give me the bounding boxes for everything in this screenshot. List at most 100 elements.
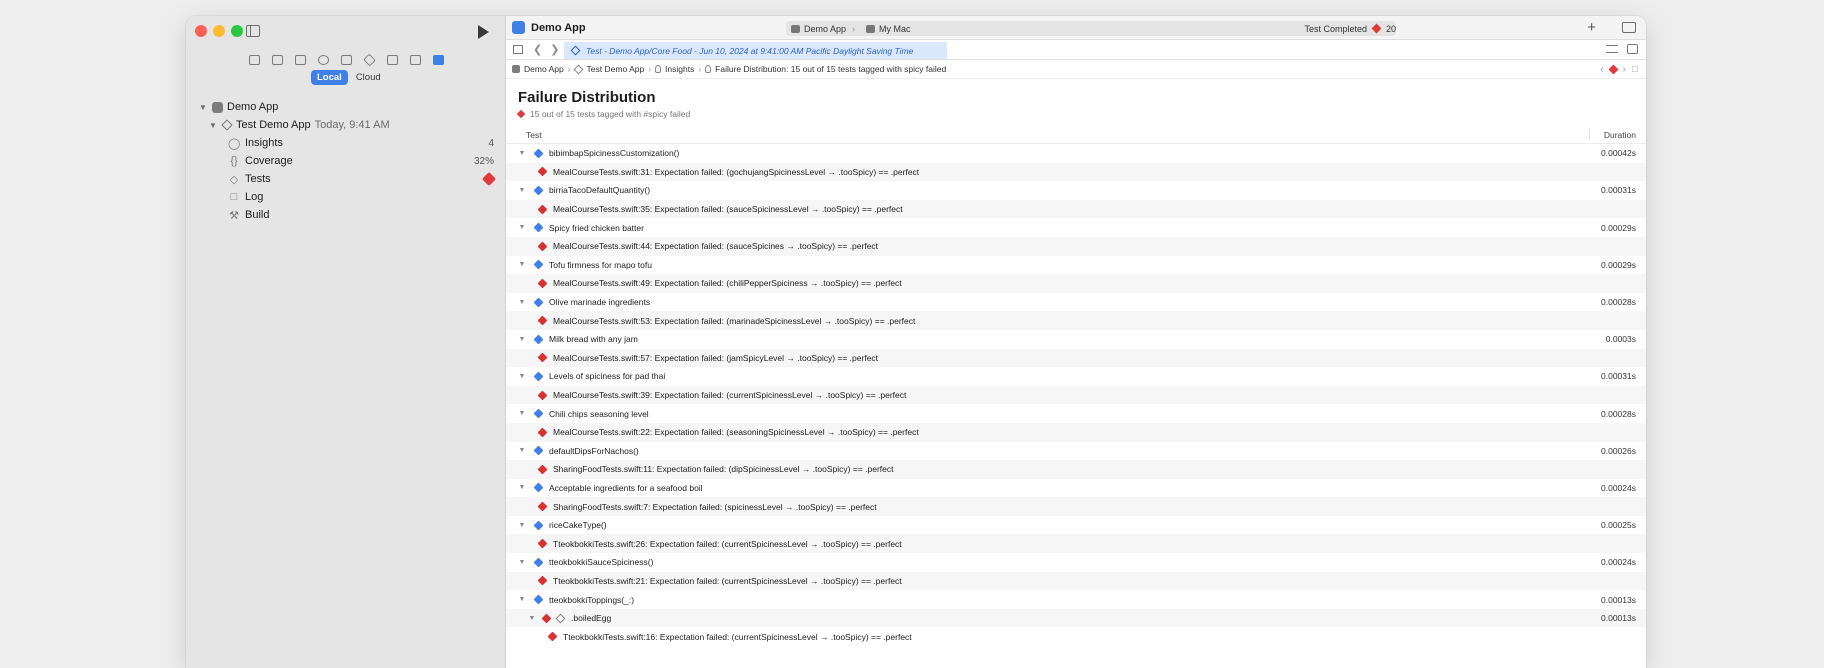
error-icon <box>516 109 526 119</box>
chevron-down-icon[interactable]: ▼ <box>517 187 527 194</box>
failure-row[interactable]: TteokbokkiTests.swift:16: Expectation fa… <box>506 627 1646 646</box>
editor-options-icon[interactable] <box>1606 45 1618 53</box>
jumpbar-app[interactable]: Demo App <box>524 64 564 74</box>
failure-row[interactable]: TteokbokkiTests.swift:26: Expectation fa… <box>506 534 1646 554</box>
chevron-down-icon[interactable]: ▼ <box>517 150 527 157</box>
test-row[interactable]: ▼ bibimbapSpicinessCustomization() 0.00042… <box>506 144 1646 163</box>
add-icon[interactable]: + <box>1587 19 1596 36</box>
test-row[interactable]: ▼ Acceptable ingredients for a seafood bo… <box>506 479 1646 498</box>
tree-item-test-plan[interactable]: ▼ Test Demo App Today, 9:41 AM <box>186 116 506 134</box>
failure-row[interactable]: MealCourseTests.swift:22: Expectation fa… <box>506 422 1646 442</box>
next-issue-icon[interactable]: › <box>1623 64 1626 75</box>
tree-item-insights[interactable]: ◯ Insights 4 <box>186 134 506 152</box>
test-row[interactable]: ▼ Milk bread with any jam 0.0003s <box>506 330 1646 349</box>
failure-row[interactable]: MealCourseTests.swift:35: Expectation fa… <box>506 199 1646 219</box>
error-count[interactable]: 20 <box>1386 24 1396 34</box>
tab-test-report[interactable]: Test - Demo App/Core Food - Jun 10, 2024… <box>564 42 947 59</box>
failure-message: TteokbokkiTests.swift:16: Expectation fa… <box>563 631 912 642</box>
failure-row[interactable]: SharingFoodTests.swift:7: Expectation fa… <box>506 497 1646 516</box>
find-navigator-icon[interactable] <box>317 55 329 65</box>
column-header-duration[interactable]: Duration <box>1604 130 1636 140</box>
test-row[interactable]: ▼ birriaTacoDefaultQuantity() 0.00031s <box>506 181 1646 200</box>
test-row[interactable]: ▼ riceCakeType() 0.00025s <box>506 516 1646 535</box>
failure-row[interactable]: MealCourseTests.swift:39: Expectation fa… <box>506 385 1646 405</box>
test-diamond-icon <box>533 408 544 419</box>
report-tree: ▼ Demo App ▼ Test Demo App Today, 9:41 A… <box>186 98 506 224</box>
failure-row[interactable]: SharingFoodTests.swift:11: Expectation f… <box>506 460 1646 479</box>
failure-row[interactable]: TteokbokkiTests.swift:21: Expectation fa… <box>506 571 1646 591</box>
lock-icon[interactable]: □ <box>1632 64 1638 75</box>
test-duration: 0.00024s <box>1601 557 1636 568</box>
add-editor-icon[interactable] <box>1627 44 1638 54</box>
report-navigator-icon[interactable] <box>432 55 444 65</box>
error-icon <box>537 315 548 326</box>
previous-issue-icon[interactable]: ‹ <box>1600 64 1603 75</box>
forward-arrow-icon[interactable]: ❯ <box>550 43 559 56</box>
chevron-down-icon[interactable]: ▼ <box>517 447 527 454</box>
chevron-down-icon[interactable]: ▼ <box>517 559 527 566</box>
jumpbar-plan[interactable]: Test Demo App <box>587 64 645 74</box>
test-name: Olive marinade ingredients <box>549 297 651 308</box>
tree-item-build[interactable]: ⚒ Build <box>186 206 506 224</box>
chevron-down-icon[interactable]: ▼ <box>517 224 527 231</box>
chevron-down-icon[interactable]: ▼ <box>517 410 527 417</box>
tree-item-coverage[interactable]: {} Coverage 32% <box>186 152 506 170</box>
jumpbar-insights[interactable]: Insights <box>665 64 694 74</box>
minimize-window-button[interactable] <box>213 25 225 37</box>
test-row[interactable]: ▼ Levels of spiciness for pad thai 0.00031… <box>506 367 1646 386</box>
test-row[interactable]: ▼ defaultDipsForNachos() 0.00026s <box>506 442 1646 461</box>
column-header-test[interactable]: Test <box>526 130 542 140</box>
lightbulb-icon <box>655 65 662 73</box>
test-name: Levels of spiciness for pad thai <box>549 371 666 382</box>
scheme-label[interactable]: Demo App <box>804 24 846 34</box>
failure-row[interactable]: MealCourseTests.swift:44: Expectation fa… <box>506 236 1646 256</box>
debug-navigator-icon[interactable] <box>386 55 398 65</box>
close-window-button[interactable] <box>195 25 207 37</box>
cloud-segment[interactable]: Cloud <box>350 70 387 85</box>
folder-navigator-icon[interactable] <box>248 55 260 65</box>
test-duration: 0.00026s <box>1601 445 1636 456</box>
failure-message: SharingFoodTests.swift:7: Expectation fa… <box>553 501 877 512</box>
failure-row[interactable]: MealCourseTests.swift:53: Expectation fa… <box>506 311 1646 330</box>
chevron-down-icon[interactable]: ▼ <box>208 121 218 130</box>
chevron-down-icon[interactable]: ▼ <box>517 373 527 380</box>
failure-message: TteokbokkiTests.swift:21: Expectation fa… <box>553 575 902 586</box>
test-row[interactable]: ▼ Spicy fried chicken batter 0.00029s <box>506 218 1646 237</box>
chevron-down-icon[interactable]: ▼ <box>527 615 537 622</box>
local-segment[interactable]: Local <box>311 70 348 85</box>
test-row[interactable]: ▼ tteokbokkiSauceSpiciness() 0.00024s <box>506 553 1646 572</box>
sidebar-toggle-icon[interactable] <box>246 25 260 37</box>
bookmark-navigator-icon[interactable] <box>294 55 306 65</box>
insights-label: Insights <box>245 137 283 149</box>
chevron-down-icon[interactable]: ▼ <box>517 336 527 343</box>
chevron-down-icon[interactable]: ▼ <box>517 522 527 529</box>
run-button[interactable] <box>478 25 489 39</box>
chevron-down-icon[interactable]: ▼ <box>517 299 527 306</box>
breakpoint-navigator-icon[interactable] <box>409 55 421 65</box>
zoom-window-button[interactable] <box>231 25 243 37</box>
back-arrow-icon[interactable]: ❮ <box>533 43 542 56</box>
test-navigator-icon[interactable] <box>362 53 376 67</box>
argument-row[interactable]: ▼ .boiledEgg 0.00013s <box>506 608 1646 628</box>
jumpbar-current[interactable]: Failure Distribution: 15 out of 15 tests… <box>715 64 946 74</box>
test-row[interactable]: ▼ tteokbokkiToppings(_:) 0.00013s <box>506 590 1646 609</box>
chevron-down-icon[interactable]: ▼ <box>517 484 527 491</box>
failure-row[interactable]: MealCourseTests.swift:57: Expectation fa… <box>506 348 1646 368</box>
destination-label[interactable]: My Mac <box>879 24 911 34</box>
failure-row[interactable]: MealCourseTests.swift:49: Expectation fa… <box>506 274 1646 293</box>
chevron-down-icon[interactable]: ▼ <box>517 261 527 268</box>
issue-navigator-icon[interactable] <box>340 55 352 65</box>
tree-item-log[interactable]: □ Log <box>186 188 506 206</box>
chevron-down-icon[interactable]: ▼ <box>198 103 208 112</box>
scheme-activity-bar[interactable]: Demo App › My Mac Test Completed 20 <box>786 21 1396 36</box>
tree-item-app[interactable]: ▼ Demo App <box>186 98 506 116</box>
test-row[interactable]: ▼ Chili chips seasoning level 0.00028s <box>506 404 1646 423</box>
tree-item-tests[interactable]: ◇ Tests <box>186 170 506 188</box>
chevron-down-icon[interactable]: ▼ <box>517 596 527 603</box>
related-items-grid-icon[interactable] <box>513 45 523 54</box>
source-control-navigator-icon[interactable] <box>271 55 283 65</box>
failure-row[interactable]: MealCourseTests.swift:31: Expectation fa… <box>506 162 1646 182</box>
test-row[interactable]: ▼ Olive marinade ingredients 0.00028s <box>506 293 1646 312</box>
test-row[interactable]: ▼ Tofu firmness for mapo tofu 0.00029s <box>506 256 1646 275</box>
inspector-toggle-icon[interactable] <box>1622 22 1636 33</box>
